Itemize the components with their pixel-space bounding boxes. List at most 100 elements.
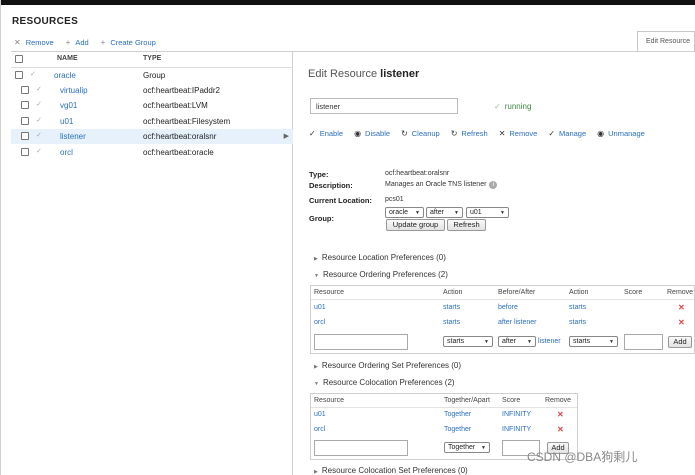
colocation-resource[interactable]: u01 xyxy=(314,411,326,418)
row-checkbox[interactable] xyxy=(21,101,29,109)
description-row: Manages an Oracle TNS listener i xyxy=(385,181,498,189)
watermark: CSDN @DBA狗剩儿 xyxy=(527,450,638,464)
stop-circle-icon: ◉ xyxy=(354,129,362,138)
table-row[interactable]: ✓ vg01 ocf:heartbeat:LVM xyxy=(11,98,293,113)
remove-button[interactable]: ✕ Remove xyxy=(499,129,538,138)
type-value: ocf:heartbeat:oralsnr xyxy=(385,170,450,177)
refresh-group-button[interactable]: Refresh xyxy=(447,219,486,231)
colocation-score: INFINITY xyxy=(502,426,532,433)
remove-icon[interactable]: ✕ xyxy=(557,410,564,419)
disable-button[interactable]: ◉ Disable xyxy=(354,129,390,138)
order-action2: starts xyxy=(569,304,587,311)
remove-op-label: Remove xyxy=(509,129,538,138)
row-checkbox[interactable] xyxy=(21,86,29,94)
update-group-button[interactable]: Update group xyxy=(386,219,445,231)
table-header: Resource Together/Apart Score Remove xyxy=(311,394,577,408)
new-colocation-together-select[interactable]: Together ▼ xyxy=(444,442,490,453)
colocation-resource[interactable]: orcl xyxy=(314,426,325,433)
check-icon: ✓ xyxy=(30,71,36,78)
col-header: Action xyxy=(443,289,463,296)
create-group-action[interactable]: + Create Group xyxy=(101,38,156,47)
ordering-set-preferences-section[interactable]: ▶ Resource Ordering Set Preferences (0) xyxy=(314,361,461,370)
chevron-down-icon: ▼ xyxy=(314,273,319,279)
resource-operations: ✓ Enable ◉ Disable ↻ Cleanup ↻ Refresh ✕ Remo… xyxy=(309,129,645,138)
resource-name[interactable]: virtualip xyxy=(60,86,88,95)
resource-type: ocf:heartbeat:oralsnr xyxy=(143,132,217,141)
col-header: Score xyxy=(502,397,521,404)
col-header: Remove xyxy=(545,397,572,404)
enable-button[interactable]: ✓ Enable xyxy=(309,129,343,138)
order-resource[interactable]: orcl xyxy=(314,319,325,326)
remove-action[interactable]: ✕ Remove xyxy=(14,38,54,47)
resource-type: ocf:heartbeat:IPaddr2 xyxy=(143,86,220,95)
select-value: starts xyxy=(447,338,465,345)
resource-name[interactable]: orcl xyxy=(60,148,73,157)
edit-title-name: listener xyxy=(380,68,420,80)
row-checkbox[interactable] xyxy=(15,71,23,79)
select-value: starts xyxy=(573,338,591,345)
remove-icon[interactable]: ✕ xyxy=(557,425,564,434)
new-order-before-after-select[interactable]: after ▼ xyxy=(498,336,536,347)
manage-button[interactable]: ✓ Manage xyxy=(548,129,586,138)
stop-circle-icon: ◉ xyxy=(597,129,605,138)
refresh-button[interactable]: ↻ Refresh xyxy=(451,129,488,138)
chevron-right-icon: ▶ xyxy=(283,133,289,140)
edit-resource-title: Edit Resource listener xyxy=(308,68,419,80)
location-preferences-section[interactable]: ▶ Resource Location Preferences (0) xyxy=(314,253,446,262)
chevron-down-icon: ▼ xyxy=(527,338,532,345)
table-row[interactable]: ✓ oracle Group xyxy=(11,68,293,83)
col-header: Score xyxy=(624,289,643,296)
add-order-button[interactable]: Add xyxy=(668,336,692,348)
resource-name[interactable]: vg01 xyxy=(60,101,77,110)
col-header: Before/After xyxy=(498,289,536,296)
chevron-down-icon: ▼ xyxy=(314,381,319,387)
order-action2: starts xyxy=(569,319,587,326)
current-location-value: pcs01 xyxy=(385,196,404,203)
info-icon[interactable]: i xyxy=(489,181,498,189)
select-value: after xyxy=(502,338,517,345)
new-order-resource-input[interactable] xyxy=(314,334,408,350)
resource-name[interactable]: u01 xyxy=(60,117,73,126)
ordering-set-preferences-label: Resource Ordering Set Preferences (0) xyxy=(321,361,462,370)
table-row[interactable]: ✓ virtualip ocf:heartbeat:IPaddr2 xyxy=(11,83,293,98)
new-order-score-input[interactable] xyxy=(624,334,663,350)
unmanage-button[interactable]: ◉ Unmanage xyxy=(597,129,645,138)
manage-label: Manage xyxy=(559,129,587,138)
tab-edit-resource[interactable]: Edit Resource xyxy=(637,31,695,52)
cleanup-button[interactable]: ↻ Cleanup xyxy=(401,129,440,138)
colocation-preferences-section[interactable]: ▼ Resource Colocation Preferences (2) xyxy=(314,378,455,387)
remove-icon[interactable]: ✕ xyxy=(678,318,685,327)
resource-type: Group xyxy=(143,71,166,80)
member-select[interactable]: u01 ▼ xyxy=(466,207,509,218)
refresh-icon: ↻ xyxy=(450,129,458,138)
table-row[interactable]: ✓ orcl ocf:heartbeat:oracle xyxy=(11,145,293,160)
table-header: Resource Action Before/After Action Scor… xyxy=(311,286,694,300)
resource-name-field[interactable]: listener xyxy=(310,98,458,114)
row-checkbox[interactable] xyxy=(21,148,29,156)
resource-name[interactable]: listener xyxy=(60,132,86,141)
remove-label: Remove xyxy=(25,38,54,47)
order-resource[interactable]: u01 xyxy=(314,304,326,311)
row-checkbox[interactable] xyxy=(21,117,29,125)
description-value: Manages an Oracle TNS listener xyxy=(385,181,487,188)
position-select[interactable]: after ▼ xyxy=(426,207,463,218)
chevron-down-icon: ▼ xyxy=(500,209,505,216)
select-all-checkbox[interactable] xyxy=(15,55,23,63)
group-select-value: oracle xyxy=(389,209,409,216)
add-action[interactable]: + Add xyxy=(66,38,89,47)
resource-name[interactable]: oracle xyxy=(54,71,76,80)
group-select[interactable]: oracle ▼ xyxy=(385,207,424,218)
group-label: Group: xyxy=(309,214,334,223)
new-order-action2-select[interactable]: starts ▼ xyxy=(569,336,618,347)
table-row-selected[interactable]: ✓ listener ocf:heartbeat:oralsnr ▶ xyxy=(11,129,293,144)
chevron-down-icon: ▼ xyxy=(609,338,614,345)
row-checkbox[interactable] xyxy=(21,132,29,140)
create-group-label: Create Group xyxy=(110,38,156,47)
remove-icon[interactable]: ✕ xyxy=(678,303,685,312)
cleanup-label: Cleanup xyxy=(411,129,440,138)
colocation-set-preferences-section[interactable]: ▶ Resource Colocation Set Preferences (0) xyxy=(314,466,468,475)
ordering-preferences-section[interactable]: ▼ Resource Ordering Preferences (2) xyxy=(314,270,448,279)
new-order-action-select[interactable]: starts ▼ xyxy=(443,336,493,347)
table-row[interactable]: ✓ u01 ocf:heartbeat:Filesystem xyxy=(11,114,293,129)
new-colocation-resource-input[interactable] xyxy=(314,440,408,456)
